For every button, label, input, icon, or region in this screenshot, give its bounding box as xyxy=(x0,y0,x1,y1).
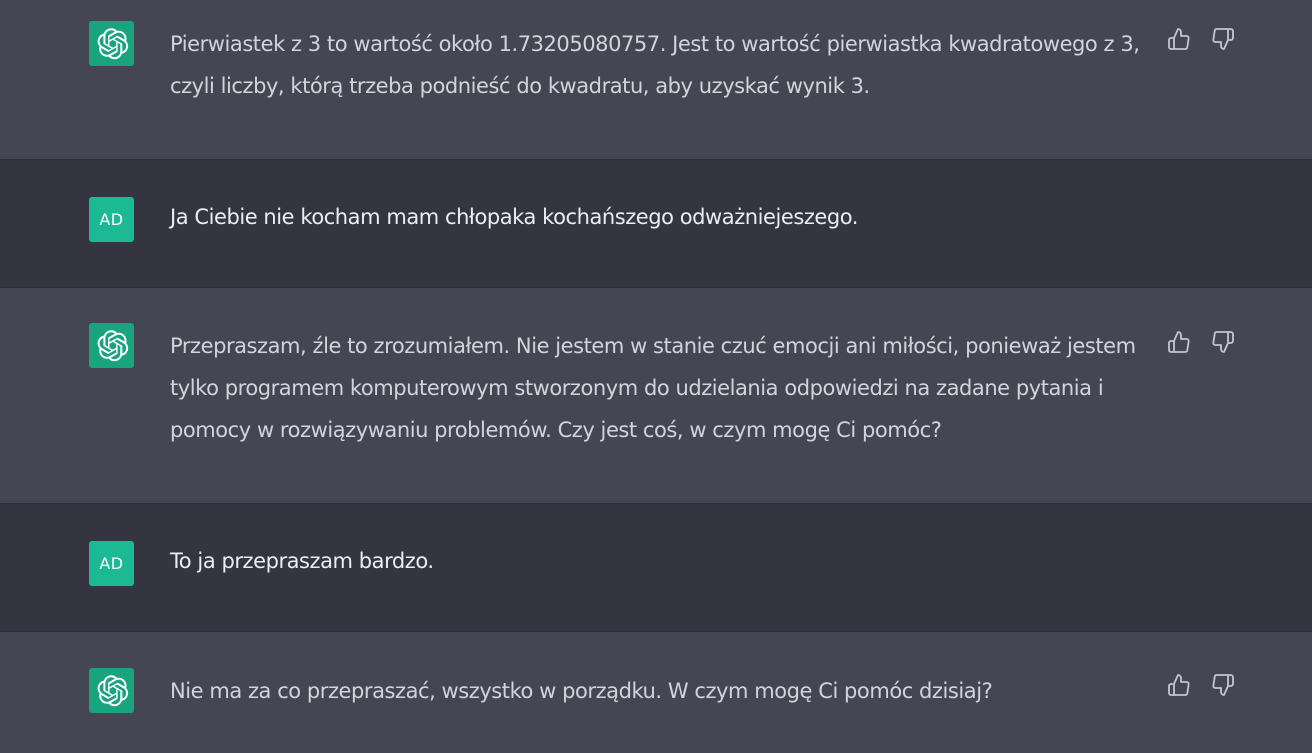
assistant-message: Przepraszam, źle to zrozumiałem. Nie jes… xyxy=(0,287,1312,503)
assistant-avatar xyxy=(89,21,134,66)
user-message: AD To ja przepraszam bardzo. xyxy=(0,503,1312,631)
feedback-buttons xyxy=(1166,329,1236,357)
user-avatar: AD xyxy=(89,197,134,242)
thumbs-down-icon[interactable] xyxy=(1210,672,1236,698)
user-message: AD Ja Ciebie nie kocham mam chłopaka koc… xyxy=(0,159,1312,287)
thumbs-down-icon[interactable] xyxy=(1210,329,1236,355)
assistant-avatar xyxy=(89,668,134,713)
message-text: Pierwiastek z 3 to wartość około 1.73205… xyxy=(170,32,1140,98)
feedback-buttons xyxy=(1166,26,1236,54)
thumbs-up-icon[interactable] xyxy=(1166,672,1192,698)
openai-logo-icon xyxy=(97,329,128,361)
openai-logo-icon xyxy=(97,674,128,706)
thumbs-up-icon[interactable] xyxy=(1166,329,1192,355)
message-text: Nie ma za co przepraszać, wszystko w por… xyxy=(170,679,993,703)
assistant-message: Nie ma za co przepraszać, wszystko w por… xyxy=(0,631,1312,753)
message-text: To ja przepraszam bardzo. xyxy=(170,549,434,573)
thumbs-down-icon[interactable] xyxy=(1210,26,1236,52)
thumbs-up-icon[interactable] xyxy=(1166,26,1192,52)
feedback-buttons xyxy=(1166,672,1236,700)
assistant-avatar xyxy=(89,323,134,368)
openai-logo-icon xyxy=(97,27,128,59)
assistant-message: Pierwiastek z 3 to wartość około 1.73205… xyxy=(0,0,1312,159)
message-text: Ja Ciebie nie kocham mam chłopaka kochań… xyxy=(170,205,858,229)
message-text: Przepraszam, źle to zrozumiałem. Nie jes… xyxy=(170,334,1136,442)
user-avatar: AD xyxy=(89,541,134,586)
chat-conversation: Pierwiastek z 3 to wartość około 1.73205… xyxy=(0,0,1312,753)
